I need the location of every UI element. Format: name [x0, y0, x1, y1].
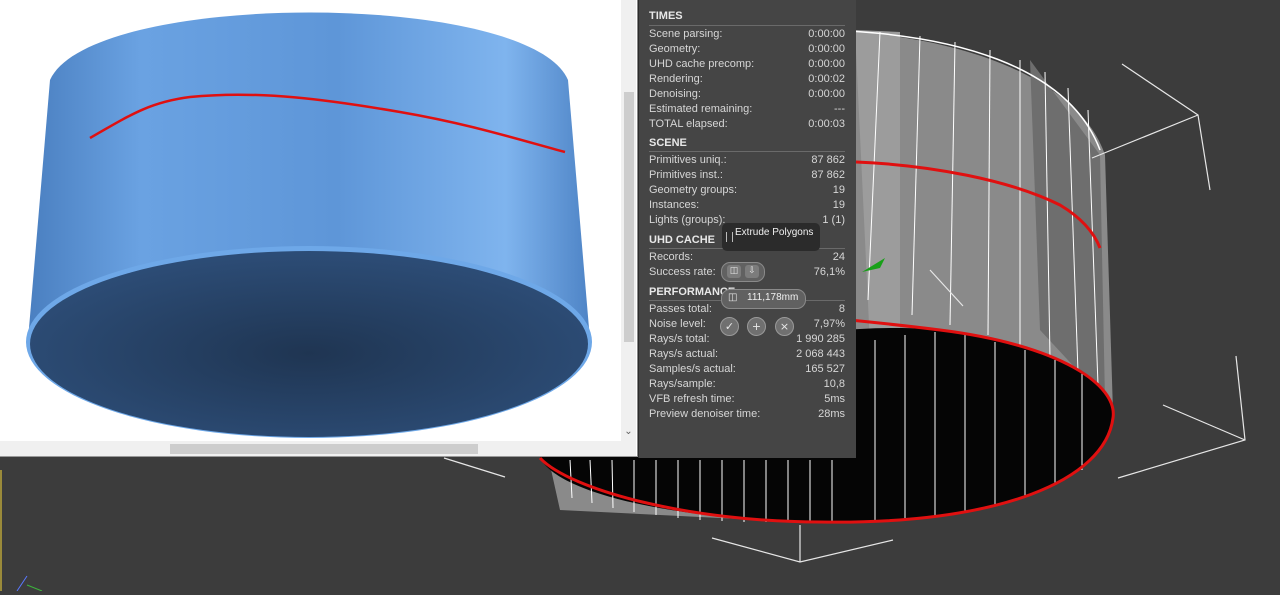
stat-row: Rays/s actual: 2 068 443 [649, 348, 845, 360]
stat-row: Preview denoiser time: 28ms [649, 408, 845, 420]
stat-row: VFB refresh time: 5ms [649, 393, 845, 405]
section-title-uhd-cache: UHD CACHE [649, 234, 715, 246]
drag-handle-icon[interactable] [726, 232, 733, 242]
scroll-thumb[interactable] [624, 92, 634, 342]
divider [649, 151, 845, 152]
scroll-corner [621, 441, 636, 456]
stat-row: Rays/sample: 10,8 [649, 378, 845, 390]
stat-row: Rendering: 0:00:02 [649, 73, 845, 85]
horizontal-scrollbar[interactable] [0, 441, 621, 456]
extrude-local-normal-icon[interactable]: ⇩ [745, 265, 759, 278]
cylinder-opening [30, 251, 588, 437]
divider [649, 25, 845, 26]
scroll-thumb[interactable] [170, 444, 478, 454]
stat-row: Estimated remaining: --- [649, 103, 845, 115]
height-icon: ◫ [728, 292, 738, 303]
viewport-border [0, 470, 2, 591]
extrude-type-control[interactable]: ◫ ⇩ [721, 262, 765, 282]
stat-row: Rays/s total: 1 990 285 [649, 333, 845, 345]
axis-tripod-icon [16, 575, 43, 592]
stat-row: Geometry groups: 19 [649, 184, 845, 196]
apply-icon[interactable]: + [747, 317, 766, 336]
caddy-title: Extrude Polygons [722, 223, 820, 251]
stat-row: UHD cache precomp: 0:00:00 [649, 58, 845, 70]
stat-row: TOTAL elapsed: 0:00:03 [649, 118, 845, 130]
section-title-scene: SCENE [649, 137, 687, 149]
render-window[interactable]: ⌄ [0, 0, 638, 457]
stat-row: Samples/s actual: 165 527 [649, 363, 845, 375]
stat-row: Primitives inst.: 87 862 [649, 169, 845, 181]
stat-row: Primitives uniq.: 87 862 [649, 154, 845, 166]
section-title-times: TIMES [649, 10, 683, 22]
vertical-scrollbar[interactable]: ⌄ [621, 0, 636, 441]
render-image [26, 12, 592, 438]
height-spinner[interactable]: ◫ 111,178mm [721, 289, 806, 309]
stat-row: Instances: 19 [649, 199, 845, 211]
stat-row: Scene parsing: 0:00:00 [649, 28, 845, 40]
stat-row: Denoising: 0:00:00 [649, 88, 845, 100]
stat-row: Geometry: 0:00:00 [649, 43, 845, 55]
scroll-down-icon[interactable]: ⌄ [621, 425, 636, 439]
extrude-group-icon[interactable]: ◫ [727, 265, 741, 278]
ok-icon[interactable]: ✓ [720, 317, 739, 336]
cancel-icon[interactable]: × [775, 317, 794, 336]
